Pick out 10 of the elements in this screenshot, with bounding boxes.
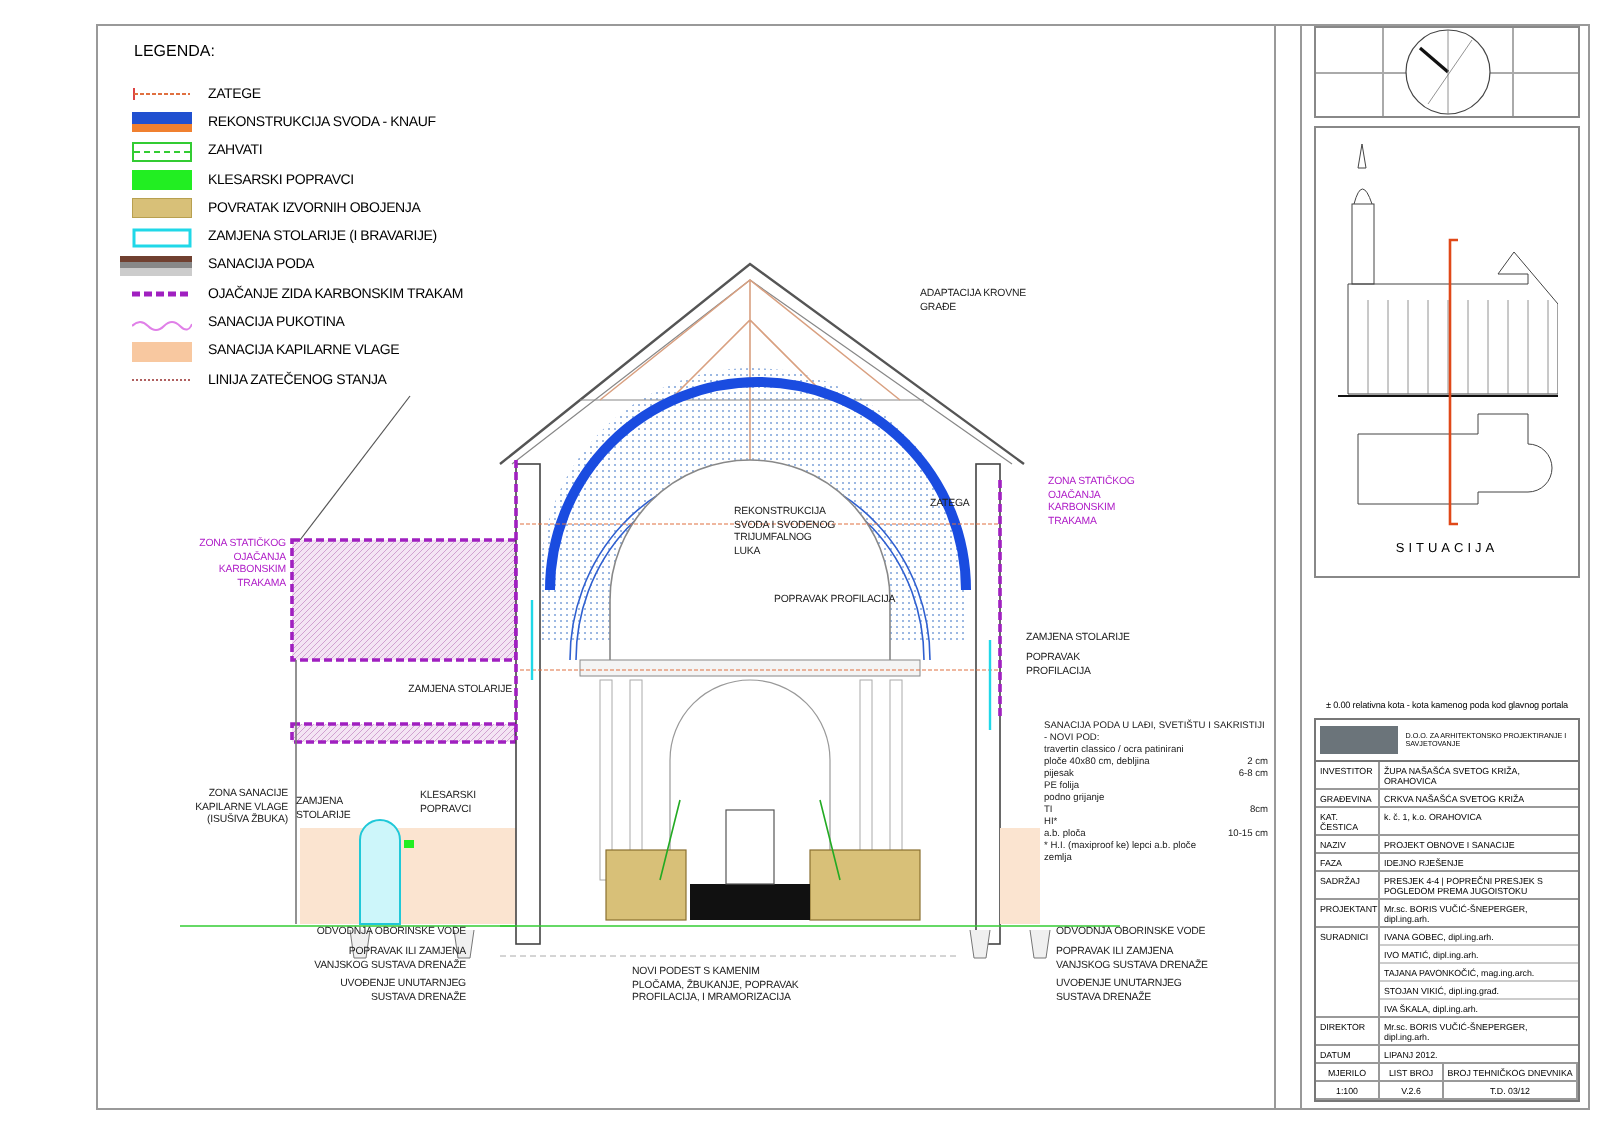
legend-swatch-icon [132, 84, 192, 105]
legend-swatch-icon [132, 141, 192, 162]
legend-swatch-icon [120, 255, 192, 276]
legend-swatch-icon [132, 170, 192, 191]
legend-swatch-icon [132, 112, 192, 133]
legend-title: LEGENDA: [134, 42, 217, 60]
legend-swatch-icon [132, 227, 192, 248]
legend-swatch-icon [132, 341, 192, 362]
logo-placeholder [1320, 726, 1398, 754]
legend-swatch-icon [132, 198, 192, 219]
